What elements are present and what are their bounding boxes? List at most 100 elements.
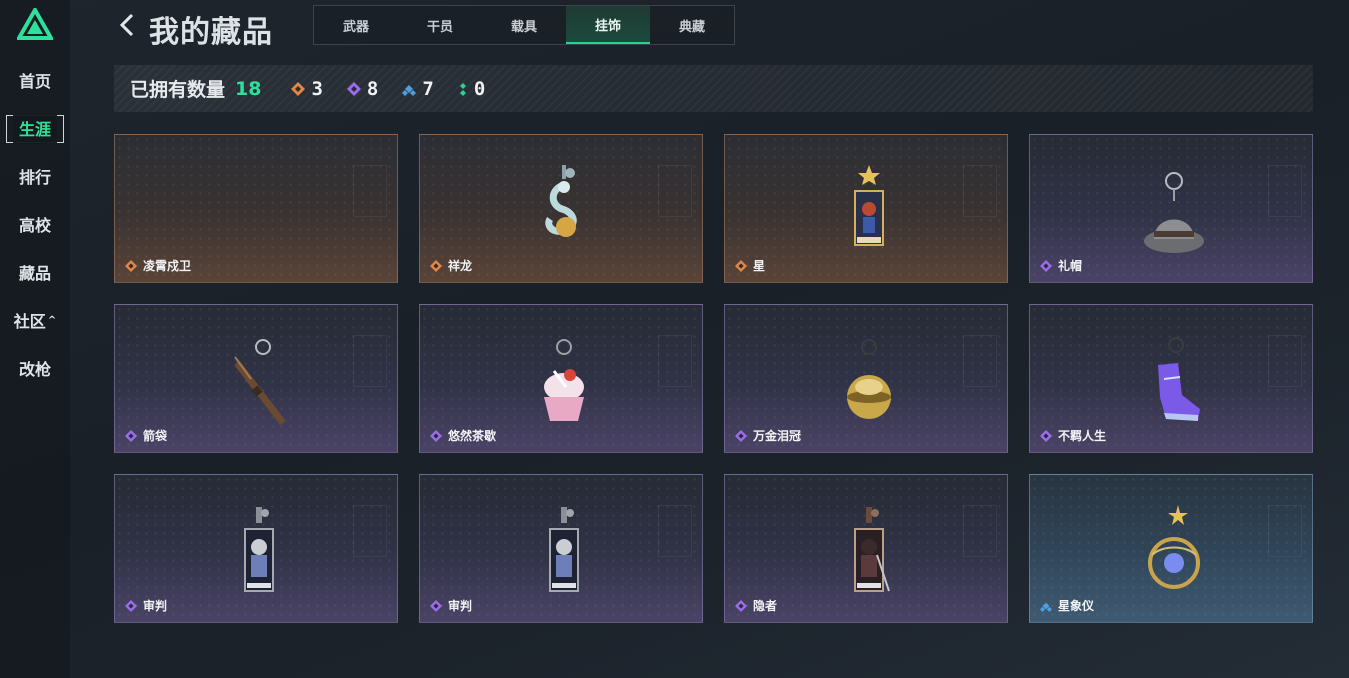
collection-card[interactable]: 审判 bbox=[114, 474, 398, 623]
collection-card[interactable]: 箭袋 bbox=[114, 304, 398, 453]
sidebar-item-label: 排行 bbox=[18, 168, 51, 187]
card-item-name: 万金泪冠 bbox=[753, 429, 802, 443]
collection-card[interactable]: 不羁人生 bbox=[1029, 304, 1313, 453]
blue-rarity-diamond-icon bbox=[402, 84, 417, 96]
card-item-name: 礼帽 bbox=[1058, 259, 1083, 273]
tab-charms[interactable]: 挂饰 bbox=[566, 6, 650, 44]
card-item-name: 不羁人生 bbox=[1058, 429, 1107, 443]
card-item-name: 审判 bbox=[448, 599, 473, 613]
sidebar-item-label: 首页 bbox=[18, 72, 51, 91]
purple-rarity-diamond-icon bbox=[125, 429, 137, 442]
sidebar-item-career[interactable]: 生涯 bbox=[0, 113, 70, 144]
tab-weapons[interactable]: 武器 bbox=[314, 6, 398, 44]
orange-rarity-diamond-icon bbox=[430, 259, 442, 272]
card-decoration bbox=[353, 505, 387, 557]
owned-stats-bar: 已拥有数量 18 3 8 7 0 bbox=[114, 65, 1313, 112]
sidebar-item-label: 高校 bbox=[18, 216, 51, 235]
rarity-count-orange: 3 bbox=[291, 77, 323, 100]
card-label: 祥龙 bbox=[430, 257, 472, 274]
purple-rarity-diamond-icon bbox=[430, 429, 442, 442]
collection-card[interactable]: 祥龙 bbox=[419, 134, 703, 283]
rarity-count-green: 0 bbox=[458, 78, 485, 100]
purple-rarity-diamond-icon bbox=[125, 599, 137, 612]
back-arrow-icon[interactable] bbox=[116, 12, 140, 38]
card-label: 不羁人生 bbox=[1040, 427, 1106, 444]
sneaker-icon bbox=[1158, 337, 1200, 421]
sidebar-item-community[interactable]: 社区 ^ bbox=[0, 305, 70, 335]
category-tabs: 武器 干员 载具 挂饰 典藏 bbox=[313, 5, 735, 45]
sidebar-item-collection[interactable]: 藏品 bbox=[0, 257, 70, 287]
rarity-count-value: 3 bbox=[311, 77, 323, 100]
rarity-count-value: 7 bbox=[422, 77, 434, 100]
collection-card[interactable]: 星象仪 bbox=[1029, 474, 1313, 623]
sidebar-item-label: 藏品 bbox=[18, 264, 51, 283]
orange-rarity-diamond-icon bbox=[125, 259, 137, 272]
tab-operators[interactable]: 干员 bbox=[398, 6, 482, 44]
rarity-count-blue: 7 bbox=[402, 77, 434, 100]
purple-rarity-diamond-icon bbox=[346, 81, 361, 96]
tarot-star-card-icon bbox=[854, 165, 884, 246]
collection-card[interactable]: 凌霄戍卫 bbox=[114, 134, 398, 283]
card-label: 隐者 bbox=[735, 597, 777, 614]
card-label: 星 bbox=[735, 257, 765, 274]
fedora-hat-icon bbox=[1144, 172, 1204, 253]
purple-rarity-diamond-icon bbox=[1040, 259, 1052, 272]
collection-card[interactable]: 礼帽 bbox=[1029, 134, 1313, 283]
sidebar-item-ranking[interactable]: 排行 bbox=[0, 161, 70, 191]
page-title: 我的藏品 bbox=[149, 15, 273, 50]
app-logo-icon[interactable] bbox=[17, 8, 53, 40]
collection-card[interactable]: 星 bbox=[724, 134, 1008, 283]
purple-rarity-diamond-icon bbox=[430, 599, 442, 612]
sidebar-item-label: 改枪 bbox=[18, 360, 51, 379]
card-decoration bbox=[963, 505, 997, 557]
card-decoration bbox=[1268, 165, 1302, 217]
tarot-judgement-card-icon bbox=[244, 507, 274, 592]
cupcake-icon bbox=[544, 339, 584, 421]
card-item-name: 审判 bbox=[143, 599, 168, 613]
blue-rarity-diamond-icon bbox=[1040, 602, 1052, 612]
card-decoration bbox=[1268, 335, 1302, 387]
sidebar-item-university[interactable]: 高校 bbox=[0, 209, 70, 239]
card-label: 箭袋 bbox=[125, 427, 167, 444]
card-label: 礼帽 bbox=[1040, 257, 1082, 274]
card-label: 审判 bbox=[430, 597, 472, 614]
astrolabe-icon bbox=[1148, 505, 1200, 589]
card-decoration bbox=[658, 335, 692, 387]
sidebar-item-gunsmith[interactable]: 改枪 bbox=[0, 353, 70, 383]
rarity-count-value: 0 bbox=[473, 77, 486, 100]
card-item-name: 隐者 bbox=[753, 599, 778, 613]
purple-rarity-diamond-icon bbox=[735, 599, 747, 612]
card-label: 星象仪 bbox=[1040, 597, 1094, 614]
card-decoration bbox=[658, 505, 692, 557]
owned-count-total: 18 bbox=[235, 77, 262, 100]
tab-collection[interactable]: 典藏 bbox=[650, 6, 734, 44]
owned-count-label: 已拥有数量 bbox=[130, 79, 226, 101]
green-rarity-diamond-icon bbox=[459, 82, 466, 96]
collection-card[interactable]: 审判 bbox=[419, 474, 703, 623]
card-decoration bbox=[963, 335, 997, 387]
arrow-quiver-icon bbox=[234, 339, 286, 426]
purple-rarity-diamond-icon bbox=[1040, 429, 1052, 442]
orange-rarity-diamond-icon bbox=[735, 259, 747, 272]
card-item-name: 悠然茶歇 bbox=[448, 429, 497, 443]
card-item-name: 星 bbox=[753, 259, 766, 273]
collection-card[interactable]: 隐者 bbox=[724, 474, 1008, 623]
card-item-name: 箭袋 bbox=[143, 429, 168, 443]
rarity-count-value: 8 bbox=[366, 77, 379, 100]
tab-vehicles[interactable]: 载具 bbox=[482, 6, 566, 44]
card-label: 审判 bbox=[125, 597, 167, 614]
sidebar: 首页 生涯 排行 高校 藏品 社区 ^ 改枪 bbox=[0, 0, 70, 678]
collection-card[interactable]: 悠然茶歇 bbox=[419, 304, 703, 453]
card-item-name: 祥龙 bbox=[448, 259, 473, 273]
collection-card[interactable]: 万金泪冠 bbox=[724, 304, 1008, 453]
card-decoration bbox=[658, 165, 692, 217]
rarity-count-purple: 8 bbox=[346, 77, 379, 100]
sidebar-item-label: 社区 bbox=[13, 312, 46, 331]
sidebar-item-home[interactable]: 首页 bbox=[0, 65, 70, 95]
card-item-name: 凌霄戍卫 bbox=[143, 259, 192, 273]
tarot-hermit-card-icon bbox=[854, 507, 890, 592]
card-decoration bbox=[353, 165, 387, 217]
card-decoration bbox=[963, 165, 997, 217]
orange-rarity-diamond-icon bbox=[291, 81, 306, 96]
card-item-name: 星象仪 bbox=[1058, 599, 1095, 613]
